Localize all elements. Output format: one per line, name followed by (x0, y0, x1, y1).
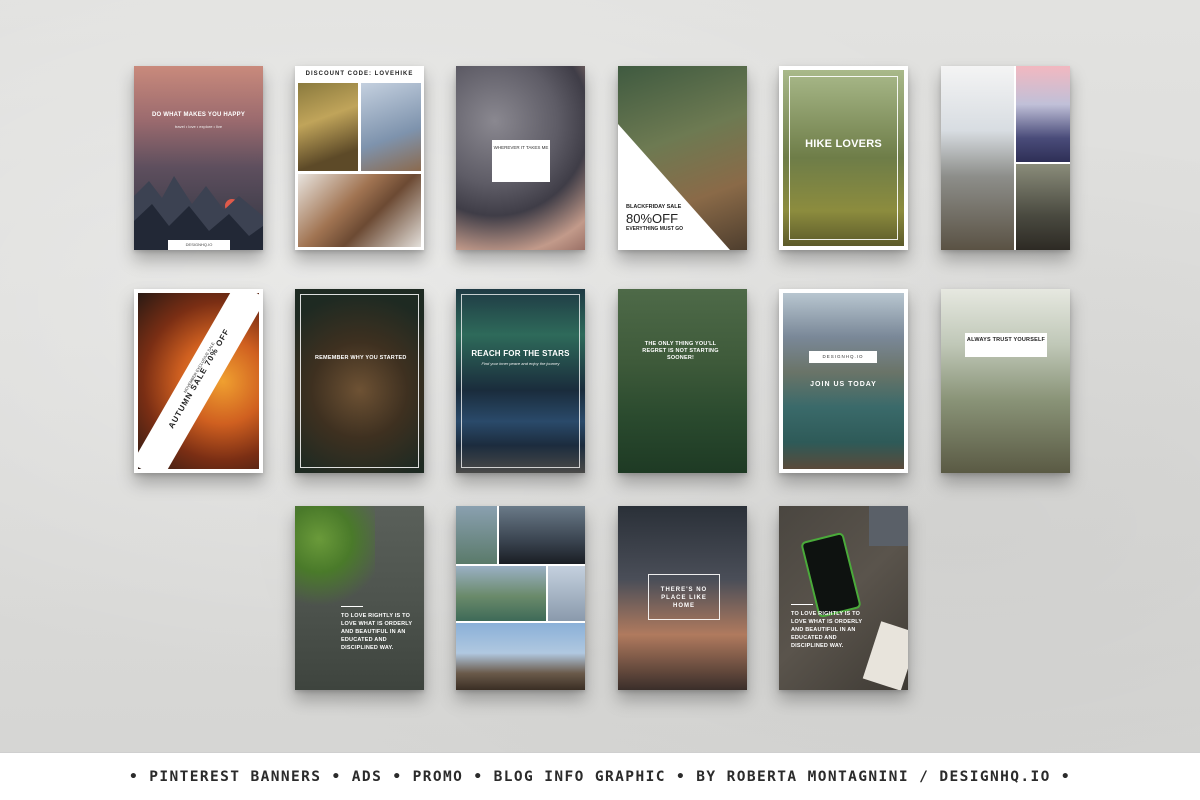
card-to-love-rightly-desk: TO LOVE RIGHTLY IS TO LOVE WHAT IS ORDER… (779, 506, 908, 690)
badge-text: DESIGNHQ.IO (185, 242, 213, 247)
photo-bag (298, 174, 421, 247)
card-subtitle: Find your inner peace and enjoy the jour… (481, 361, 560, 366)
card-to-love-rightly-wood: TO LOVE RIGHTLY IS TO LOVE WHAT IS ORDER… (295, 506, 424, 690)
inner-frame (461, 294, 580, 468)
divider-line (341, 606, 363, 607)
photo-bird (548, 566, 585, 621)
card-wherever-it-takes-me: WHEREVER IT TAKES ME (456, 66, 585, 250)
card-subtitle: travel • love • explore • live (174, 124, 223, 129)
ivy-graphic (295, 506, 375, 616)
photo-mountain-lake (456, 566, 546, 621)
card-no-place-like-home: THERE'S NO PLACE LIKE HOME (618, 506, 747, 690)
card-title: JOIN US TODAY (810, 381, 877, 388)
photo-hiker-woman (298, 83, 358, 171)
card-always-trust-yourself: ALWAYS TRUST YOURSELF (941, 289, 1070, 473)
card-mountain-hiker-collage (941, 66, 1070, 250)
card-line3: EVERYTHING MUST GO (626, 226, 684, 232)
card-title: DO WHAT MAKES YOU HAPPY (151, 112, 246, 118)
photo-bird (361, 83, 421, 171)
card-title: REMEMBER WHY YOU STARTED (315, 355, 407, 361)
footer-caption: • PINTEREST BANNERS • ADS • PROMO • BLOG… (128, 768, 1072, 785)
card-autumn-sale: NOVEMBER EXCLUSIVE SALE AUTUMN SALE 70% … (134, 289, 263, 473)
laptop-graphic (869, 506, 908, 546)
photo-hikers-silhouette (499, 506, 585, 564)
footer-bar: • PINTEREST BANNERS • ADS • PROMO • BLOG… (0, 752, 1200, 800)
card-quote: TO LOVE RIGHTLY IS TO LOVE WHAT IS ORDER… (791, 611, 863, 649)
photo-snowy-peak (1016, 66, 1070, 162)
card-line2: 80%OFF (626, 211, 679, 226)
card-title: WHEREVER IT TAKES ME (493, 145, 549, 150)
mountains-graphic (134, 126, 263, 250)
divider-line (791, 604, 813, 605)
card-hike-lovers: HIKE LOVERS (779, 66, 908, 250)
card-brand: DESIGNHQ.IO (822, 354, 864, 359)
card-only-thing-regret: THE ONLY THING YOU'LL REGRET IS NOT STAR… (618, 289, 747, 473)
card-remember-why: REMEMBER WHY YOU STARTED (295, 289, 424, 473)
inner-frame (300, 294, 419, 468)
inner-frame (789, 76, 898, 240)
phone-graphic (800, 531, 862, 619)
card-title: HIKE LOVERS (805, 138, 882, 150)
card-title: ALWAYS TRUST YOURSELF (966, 337, 1046, 343)
card-title: REACH FOR THE STARS (471, 349, 570, 358)
card-title: THE ONLY THING YOU'LL REGRET IS NOT STAR… (642, 341, 719, 361)
card-do-what-makes-you-happy: DO WHAT MAKES YOU HAPPY travel • love • … (134, 66, 263, 250)
card-line1: BLACKFRIDAY SALE (626, 204, 682, 210)
photo-valley (456, 506, 497, 564)
card-title: DISCOUNT CODE: LOVEHIKE (305, 71, 414, 77)
card-join-us-today: DESIGNHQ.IO JOIN US TODAY (779, 289, 908, 473)
card-reach-for-stars: REACH FOR THE STARS Find your inner peac… (456, 289, 585, 473)
card-travel-collage (456, 506, 585, 690)
card-title: THERE'S NO PLACE LIKE HOME (660, 587, 708, 609)
photo-backpacker (1016, 164, 1070, 250)
photo-hiker-peak (456, 623, 585, 690)
notebook-graphic (862, 621, 908, 690)
photo-mountain-hiker (941, 66, 1014, 250)
card-quote: TO LOVE RIGHTLY IS TO LOVE WHAT IS ORDER… (341, 613, 413, 651)
card-discount-code: DISCOUNT CODE: LOVEHIKE (295, 66, 424, 250)
card-blackfriday-sale: BLACKFRIDAY SALE 80%OFF EVERYTHING MUST … (618, 66, 747, 250)
